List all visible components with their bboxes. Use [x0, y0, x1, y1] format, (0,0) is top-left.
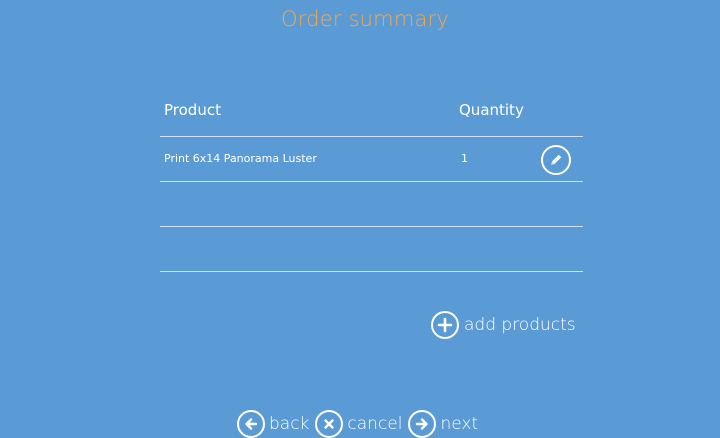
back-label: back: [269, 414, 310, 434]
quantity-cell: 1: [461, 152, 468, 165]
arrow-right-circle-icon: [408, 410, 437, 438]
navigation-bar: back cancel next: [237, 410, 484, 438]
pencil-icon: [551, 154, 562, 165]
arrow-left-circle-icon: [237, 410, 265, 438]
table-row[interactable]: [160, 227, 583, 272]
column-header-quantity: Quantity: [459, 101, 524, 119]
table-row[interactable]: [160, 182, 583, 227]
edit-button[interactable]: [541, 145, 571, 175]
table-row[interactable]: Print 6x14 Panorama Luster 1: [160, 137, 583, 182]
order-table: Product Quantity Print 6x14 Panorama Lus…: [160, 96, 583, 272]
page-title: Order summary: [280, 7, 450, 31]
add-products-label: add products: [464, 315, 576, 335]
next-label: next: [440, 414, 479, 434]
plus-circle-icon: [431, 311, 459, 339]
cancel-label: cancel: [347, 414, 403, 434]
next-button[interactable]: next: [408, 410, 478, 438]
table-header: Product Quantity: [160, 96, 583, 137]
column-header-product: Product: [164, 101, 221, 119]
cancel-button[interactable]: cancel: [315, 410, 402, 438]
x-circle-icon: [315, 410, 344, 438]
add-products-button[interactable]: add products: [431, 311, 576, 339]
back-button[interactable]: back: [237, 410, 309, 438]
product-name-cell: Print 6x14 Panorama Luster: [164, 152, 317, 165]
